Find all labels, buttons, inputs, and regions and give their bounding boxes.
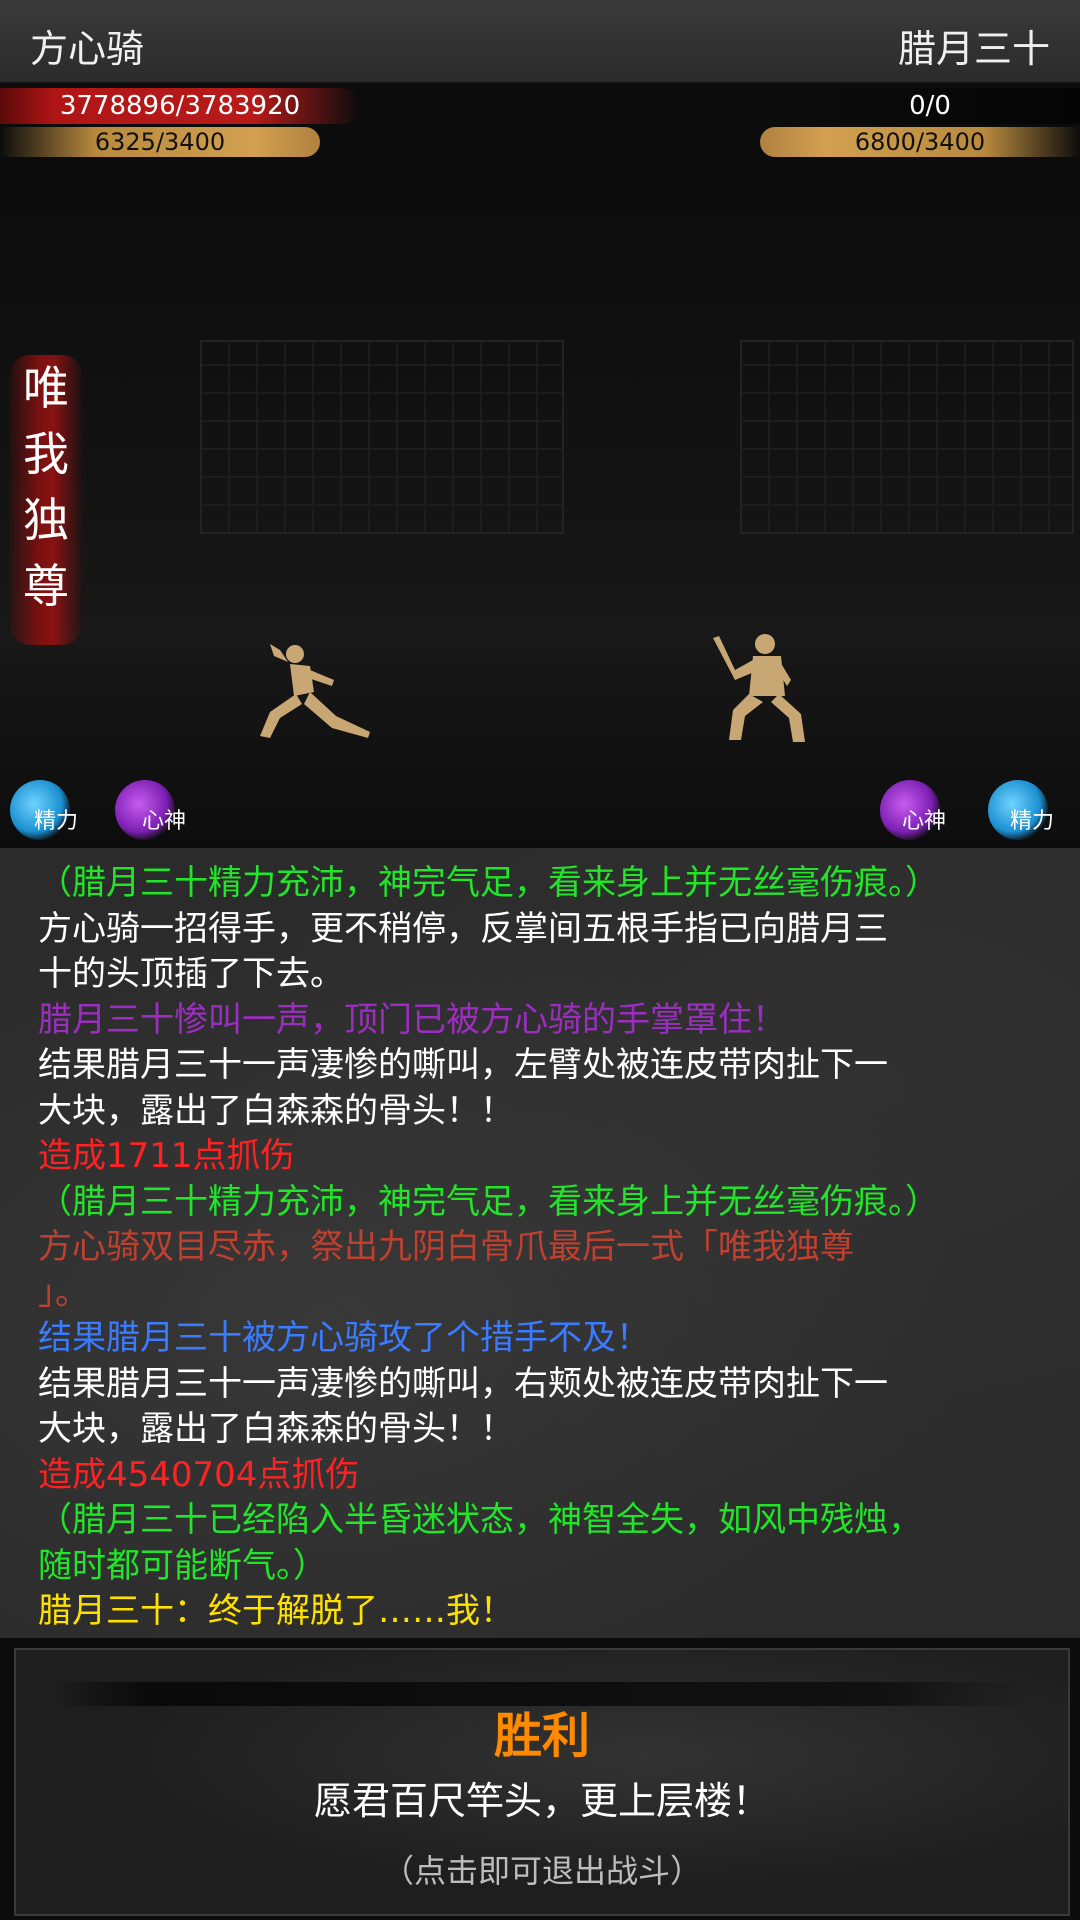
log-line: 造成4540704点抓伤 bbox=[38, 1454, 360, 1495]
exit-battle-hint[interactable]: （点击即可退出战斗） bbox=[16, 1846, 1068, 1892]
skill-char: 我 bbox=[23, 427, 69, 481]
log-line: 大块，露出了白森森的骨头！！ bbox=[38, 1090, 514, 1131]
log-line: 随时都可能断气。） bbox=[38, 1545, 327, 1586]
log-line: 方心骑一招得手，更不稍停，反掌间五根手指已向腊月三 bbox=[38, 908, 888, 949]
log-line: 大块，露出了白森森的骨头！！ bbox=[38, 1409, 514, 1449]
enemy-hp-value: 0/0 bbox=[909, 91, 951, 121]
victory-title: 胜利 bbox=[493, 1708, 590, 1764]
player-energy-label: 精力 bbox=[34, 809, 79, 834]
player-hp-value: 3778896/3783920 bbox=[59, 91, 301, 121]
log-line: 十的头顶插了下去。 bbox=[38, 954, 344, 994]
player-name: 方心骑 bbox=[30, 27, 145, 71]
enemy-energy-label: 精力 bbox=[1010, 809, 1055, 834]
player-fighter-sprite bbox=[260, 644, 370, 738]
log-line: 造成1711点抓伤 bbox=[38, 1136, 295, 1176]
enemy-energy-bar: 6800/3400 bbox=[760, 127, 1080, 157]
log-line: （腊月三十精力充沛，神完气足，看来身上并无丝毫伤痕。） bbox=[38, 1181, 939, 1222]
victory-motto: 愿君百尺竿头，更上层楼！ bbox=[313, 1779, 770, 1823]
log-line: 方心骑双目尽赤，祭出九阴白骨爪最后一式「唯我独尊 bbox=[38, 1227, 854, 1267]
skill-char: 唯 bbox=[23, 361, 69, 415]
log-line: 腊月三十：终于解脱了……我！ bbox=[38, 1591, 514, 1631]
enemy-fighter-sprite bbox=[713, 634, 805, 742]
top-header: 方心骑 腊月三十 bbox=[0, 0, 1080, 84]
background-window-left bbox=[200, 340, 564, 534]
enemy-mind-label: 心神 bbox=[902, 809, 947, 834]
background-window-right bbox=[740, 340, 1074, 534]
battle-arena bbox=[0, 160, 1080, 840]
log-line: （腊月三十精力充沛，神完气足，看来身上并无丝毫伤痕。） bbox=[38, 863, 939, 903]
log-line: 」。 bbox=[38, 1272, 89, 1313]
player-energy-value: 6325/3400 bbox=[94, 128, 226, 156]
skill-name-banner: 唯 我 独 尊 bbox=[10, 355, 82, 645]
log-line: 结果腊月三十一声凄惨的嘶叫，右颊处被连皮带肉扯下一 bbox=[38, 1363, 888, 1404]
log-line: 结果腊月三十被方心骑攻了个措手不及！ bbox=[38, 1318, 650, 1358]
skill-char: 尊 bbox=[23, 559, 69, 613]
log-line: （腊月三十已经陷入半昏迷状态，神智全失，如风中残烛， bbox=[38, 1500, 922, 1540]
enemy-hp-bar: 0/0 bbox=[780, 88, 1080, 124]
battle-result-panel[interactable]: 胜利 愿君百尺竿头，更上层楼！ （点击即可退出战斗） bbox=[14, 1648, 1070, 1916]
combat-log[interactable]: （腊月三十精力充沛，神完气足，看来身上并无丝毫伤痕。） 方心骑一招得手，更不稍停，… bbox=[0, 848, 1080, 1638]
player-mind-label: 心神 bbox=[142, 809, 187, 834]
log-line: 腊月三十惨叫一声，顶门已被方心骑的手掌罩住！ bbox=[38, 999, 786, 1040]
enemy-energy-value: 6800/3400 bbox=[854, 128, 986, 156]
player-energy-bar: 6325/3400 bbox=[0, 127, 320, 157]
player-hp-bar: 3778896/3783920 bbox=[0, 88, 360, 124]
enemy-name: 腊月三十 bbox=[897, 27, 1050, 71]
log-line: 结果腊月三十一声凄惨的嘶叫，左臂处被连皮带肉扯下一 bbox=[38, 1045, 888, 1085]
skill-char: 独 bbox=[23, 493, 69, 547]
